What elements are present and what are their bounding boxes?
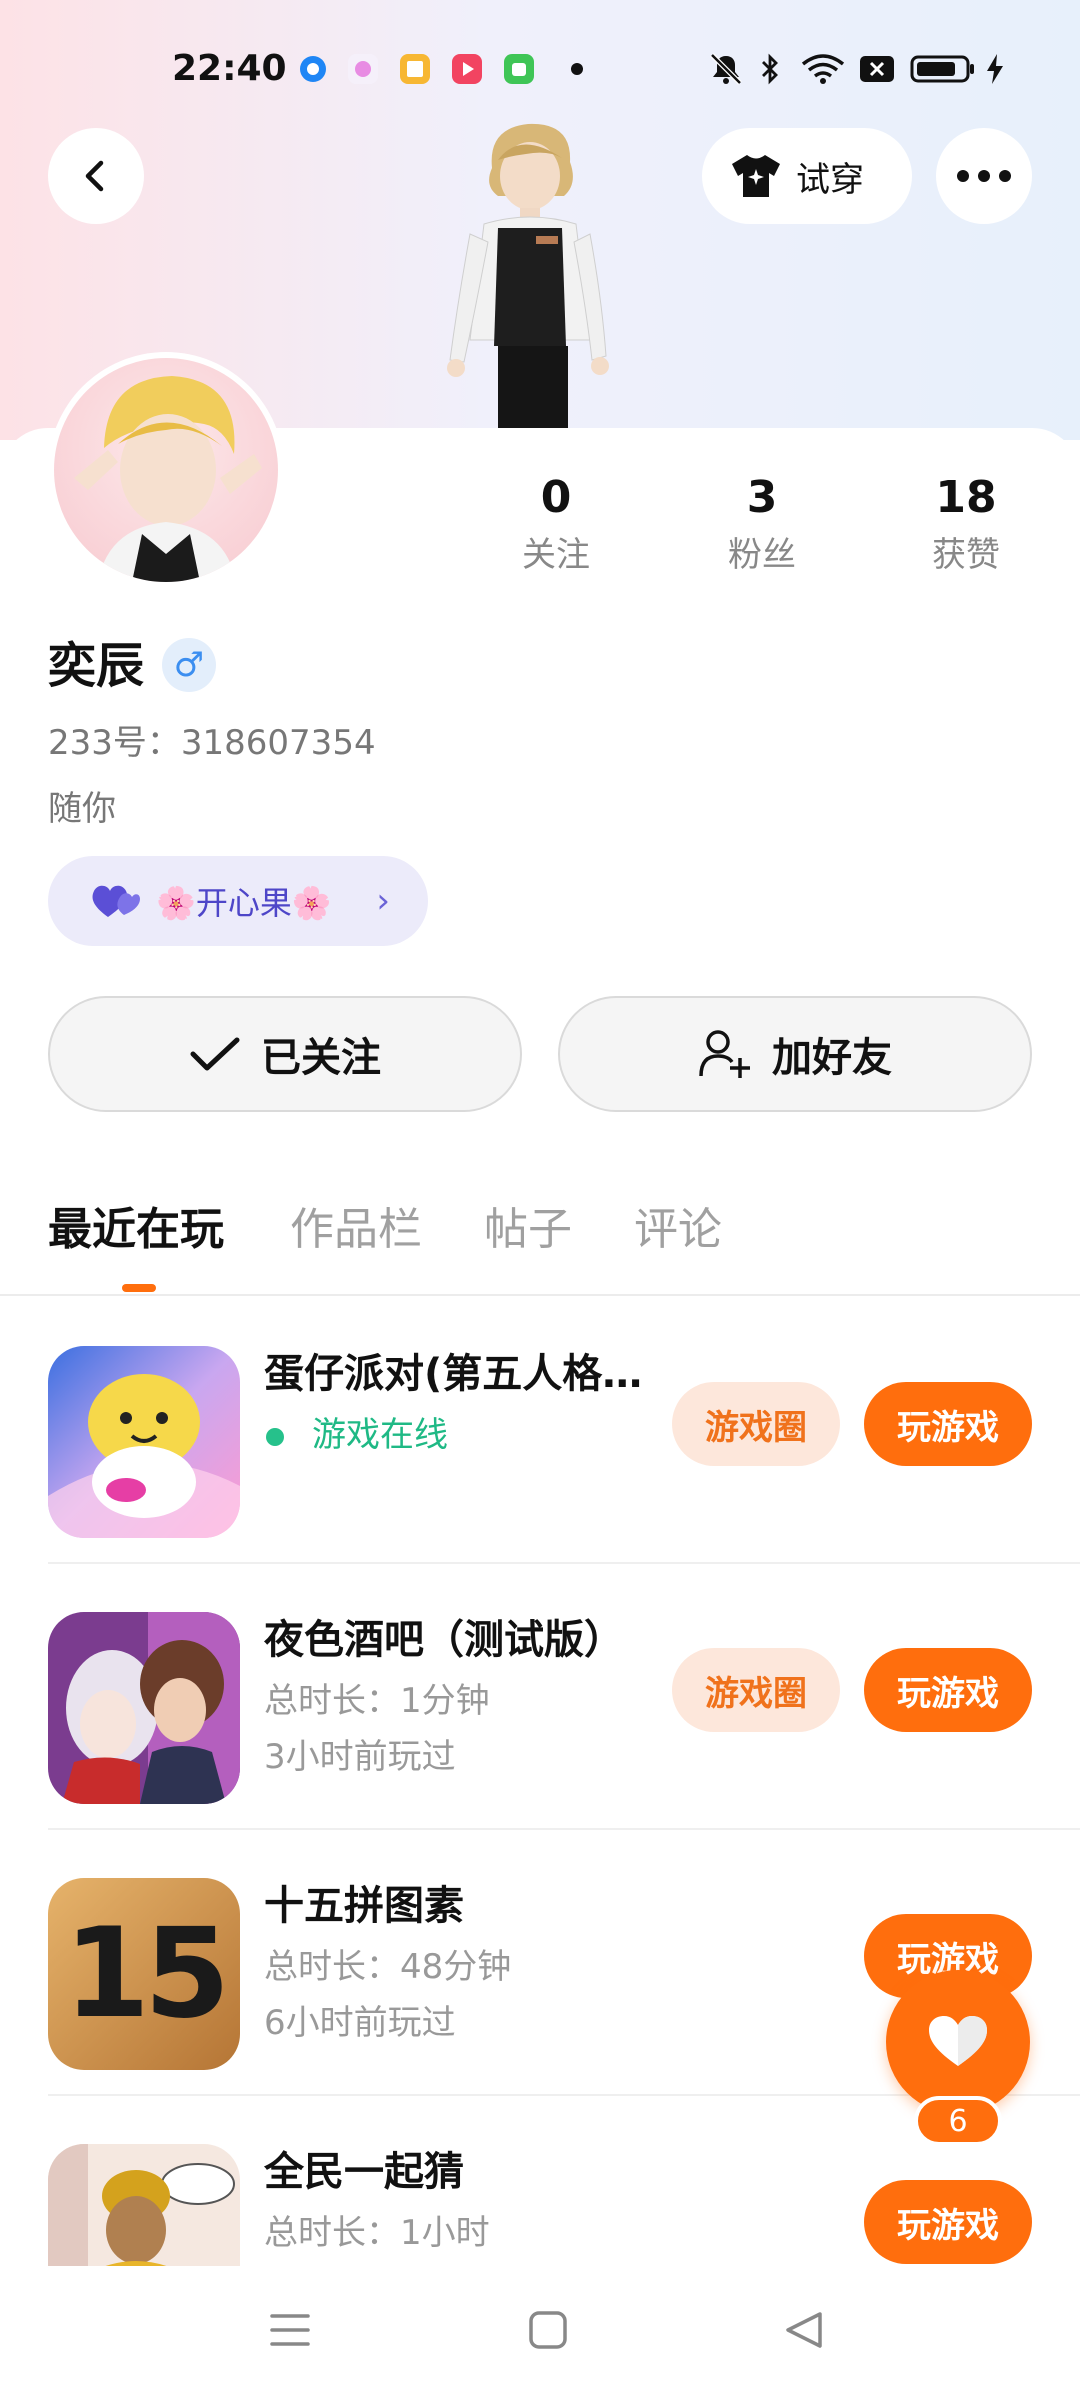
likes-count: 18 (935, 472, 997, 523)
avatar-image (74, 376, 262, 582)
home-icon[interactable] (528, 2310, 568, 2350)
more-button[interactable] (936, 128, 1032, 224)
game-app-icon (504, 54, 534, 84)
dot-icon (571, 63, 583, 75)
avatar-3d-character (447, 123, 609, 430)
followed-button[interactable]: 已关注 (48, 996, 522, 1112)
followed-label: 已关注 (261, 1035, 381, 1081)
game-last-played: 6小时前玩过 (264, 2003, 456, 2043)
system-navigation-bar (0, 2266, 1080, 2400)
battery-icon (910, 55, 974, 83)
game-online-status: 游戏在线 (312, 1415, 448, 1455)
followers-label: 粉丝 (728, 535, 796, 575)
list-item[interactable]: 夜色酒吧（测试版） 总时长：1分钟 3小时前玩过 游戏圈 玩游戏 (0, 1564, 1080, 1830)
mood-tag-pill[interactable]: 🌸开心果🌸 › (48, 856, 428, 946)
game-duration: 总时长：1小时 (264, 2213, 490, 2253)
play-game-button[interactable]: 玩游戏 (864, 1382, 1032, 1466)
guess-game-icon (48, 2144, 240, 2266)
night-bar-icon (48, 1612, 240, 1804)
game-title: 十五拼图素 (264, 1883, 464, 1929)
add-friend-label: 加好友 (772, 1035, 892, 1081)
menu-icon[interactable] (270, 2312, 310, 2348)
book-app-icon (400, 54, 430, 84)
mood-tag-text: 🌸开心果🌸 (156, 884, 332, 922)
game-icon (48, 1346, 240, 1538)
following-count: 0 (540, 472, 572, 523)
game-title: 全民一起猜 (264, 2149, 464, 2195)
double-heart-icon (92, 885, 140, 917)
add-user-icon (699, 1030, 750, 1078)
play-game-button[interactable]: 玩游戏 (864, 1648, 1032, 1732)
tab-posts[interactable]: 帖子 (484, 1200, 572, 1260)
status-time: 22:40 (172, 48, 287, 89)
game-last-played: 3小时前玩过 (264, 1737, 456, 1777)
chevron-left-icon (85, 160, 104, 192)
check-icon (190, 1037, 240, 1071)
floating-like-button[interactable] (886, 1970, 1030, 2114)
game-icon (48, 2144, 240, 2266)
profile-tabs: 最近在玩 作品栏 帖子 评论 (0, 1190, 1080, 1296)
avatar[interactable] (48, 352, 284, 588)
heart-icon (929, 2016, 987, 2066)
game-icon: 15 (48, 1878, 240, 2070)
status-bar: 22:40 (0, 44, 1080, 94)
tab-comments[interactable]: 评论 (634, 1200, 722, 1260)
sim-off-icon (860, 56, 894, 82)
play-game-button[interactable]: 玩游戏 (864, 2180, 1032, 2264)
like-count-badge: 6 (914, 2096, 1002, 2146)
online-status-dot (266, 1428, 284, 1446)
more-icon (957, 170, 1011, 182)
tab-works[interactable]: 作品栏 (290, 1200, 422, 1260)
user-id: 233号：318607354 (48, 723, 376, 763)
tab-indicator (122, 1284, 156, 1292)
game-title: 夜色酒吧（测试版） (264, 1617, 624, 1663)
stat-likes[interactable]: 18 获赞 (886, 470, 1046, 580)
app-notification-icon (348, 54, 378, 84)
add-friend-button[interactable]: 加好友 (558, 996, 1032, 1112)
puzzle-icon-number: 15 (63, 1902, 231, 2046)
user-bio: 随你 (48, 789, 116, 829)
back-nav-icon[interactable] (784, 2310, 824, 2350)
tab-recently-played[interactable]: 最近在玩 (48, 1200, 224, 1260)
wifi-icon (801, 54, 845, 84)
game-circle-button[interactable]: 游戏圈 (672, 1648, 840, 1732)
male-gender-icon: ♂ (162, 638, 216, 692)
app-notification-icon (300, 56, 326, 82)
user-name: 奕辰 (48, 638, 145, 694)
charging-icon (987, 54, 1003, 84)
game-title: 蛋仔派对(第五人格联动) (264, 1351, 654, 1397)
following-label: 关注 (522, 535, 590, 575)
likes-label: 获赞 (932, 535, 1000, 575)
stat-followers[interactable]: 3 粉丝 (682, 470, 842, 580)
stat-following[interactable]: 0 关注 (476, 470, 636, 580)
game-icon (48, 1612, 240, 1804)
try-on-button[interactable]: 试穿 (702, 128, 912, 224)
eggy-party-icon (48, 1346, 240, 1538)
back-button[interactable] (48, 128, 144, 224)
tshirt-icon (732, 155, 780, 197)
mute-icon (710, 53, 742, 85)
game-duration: 总时长：1分钟 (264, 1681, 490, 1721)
list-item[interactable]: 蛋仔派对(第五人格联动) 游戏在线 游戏圈 玩游戏 (0, 1298, 1080, 1564)
game-duration: 总时长：48分钟 (264, 1947, 512, 1987)
video-app-icon (452, 54, 482, 84)
chevron-right-icon: › (376, 881, 390, 921)
bluetooth-icon (762, 53, 778, 85)
followers-count: 3 (746, 472, 778, 523)
game-circle-button[interactable]: 游戏圈 (672, 1382, 840, 1466)
try-on-label: 试穿 (796, 159, 864, 200)
